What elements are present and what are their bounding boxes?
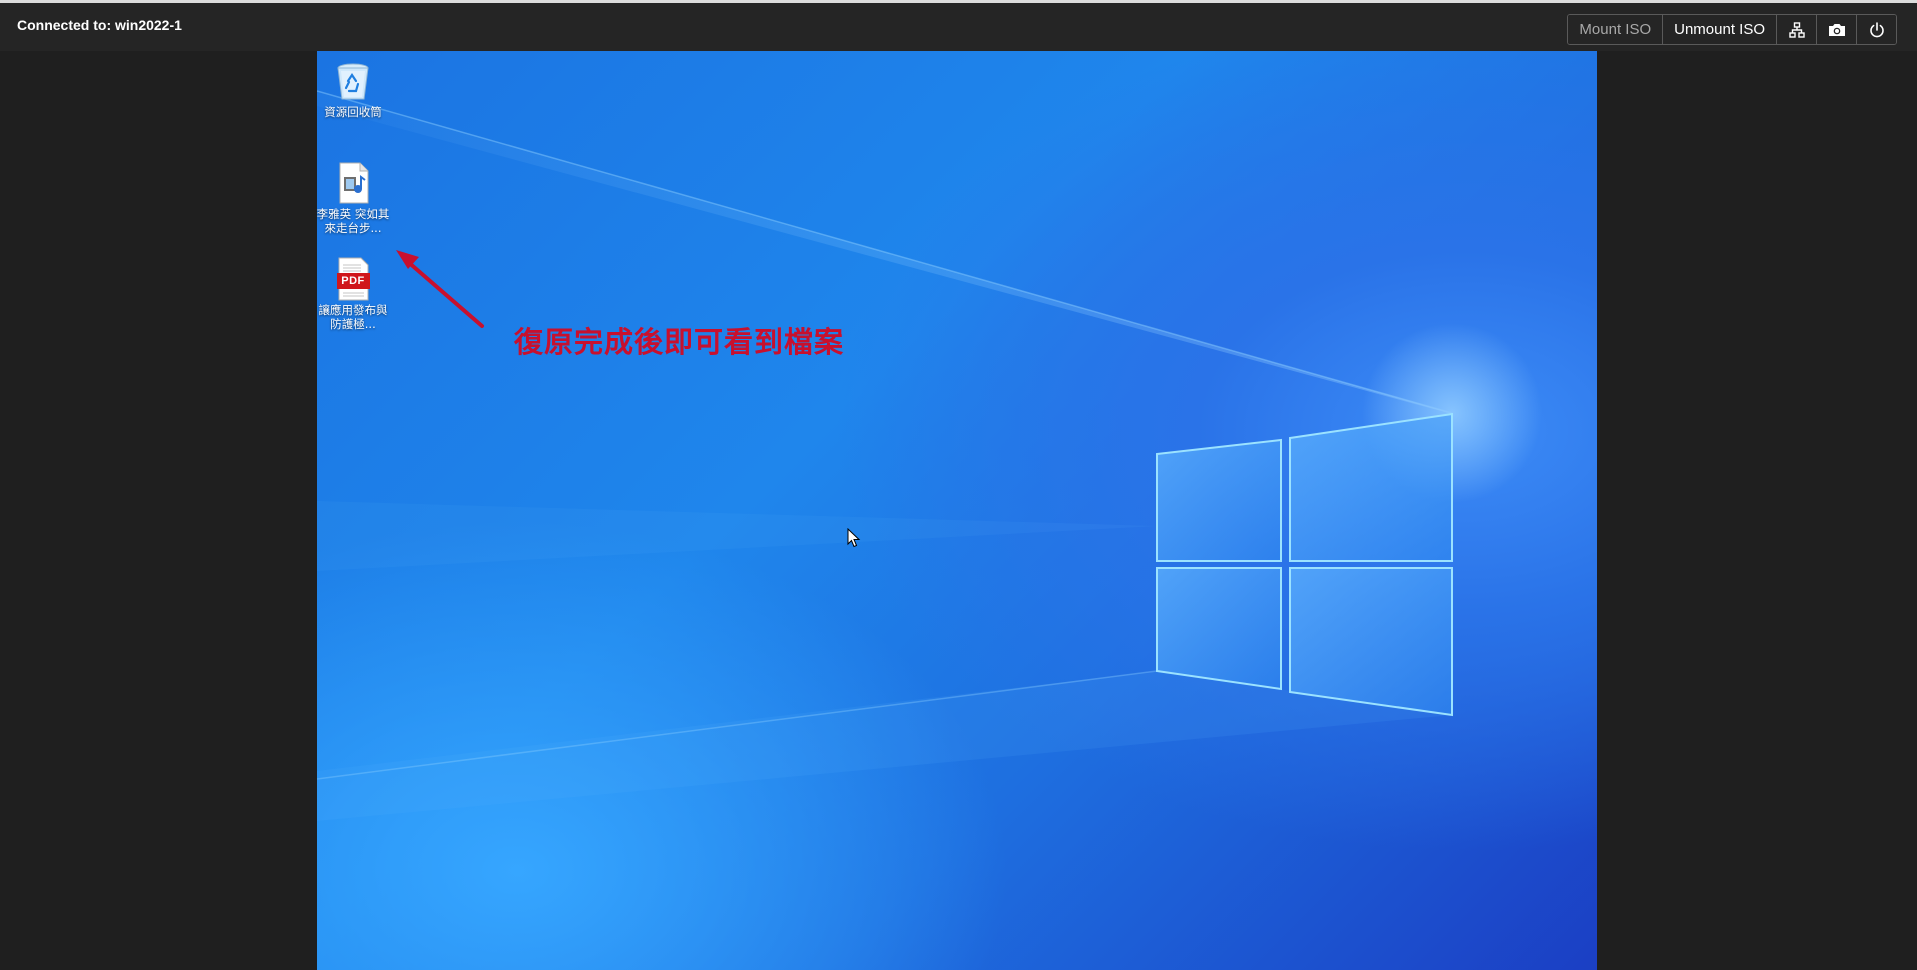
remote-desktop[interactable]: 資源回收筒 李雅英 突如其來走台步... PDF 讓應用發布與防護極... 復原… xyxy=(317,51,1597,970)
console-toolbar: Mount ISO Unmount ISO xyxy=(1567,14,1897,45)
top-bar: Connected to: win2022-1 Mount ISO Unmoun… xyxy=(0,0,1917,51)
pdf-file-icon: PDF xyxy=(331,257,375,301)
desktop-icon-recycle-bin[interactable]: 資源回收筒 xyxy=(317,59,392,119)
annotation-text: 復原完成後即可看到檔案 xyxy=(514,325,845,359)
windows-logo xyxy=(1156,412,1453,717)
mount-iso-button[interactable]: Mount ISO xyxy=(1568,15,1663,44)
network-icon xyxy=(1788,21,1805,38)
annotation-arrow xyxy=(396,250,484,328)
power-button[interactable] xyxy=(1856,15,1896,44)
wallpaper xyxy=(317,90,1542,821)
desktop-icon-label: 資源回收筒 xyxy=(324,105,382,119)
screenshot-button[interactable] xyxy=(1816,15,1856,44)
desktop-icon-video-file[interactable]: 李雅英 突如其來走台步... xyxy=(317,161,392,235)
camera-icon xyxy=(1828,22,1846,38)
desktop-icon-pdf-file[interactable]: PDF 讓應用發布與防護極... xyxy=(317,257,392,331)
video-file-icon xyxy=(331,161,375,205)
mouse-cursor-icon xyxy=(847,527,861,553)
pdf-badge-text: PDF xyxy=(341,275,365,287)
network-button[interactable] xyxy=(1776,15,1816,44)
recycle-bin-icon xyxy=(331,59,375,103)
connection-status: Connected to: win2022-1 xyxy=(17,17,182,33)
desktop-icon-label: 讓應用發布與防護極... xyxy=(318,303,388,331)
power-icon xyxy=(1869,21,1885,38)
desktop-icon-label: 李雅英 突如其來走台步... xyxy=(317,207,390,235)
unmount-iso-button[interactable]: Unmount ISO xyxy=(1662,15,1776,44)
